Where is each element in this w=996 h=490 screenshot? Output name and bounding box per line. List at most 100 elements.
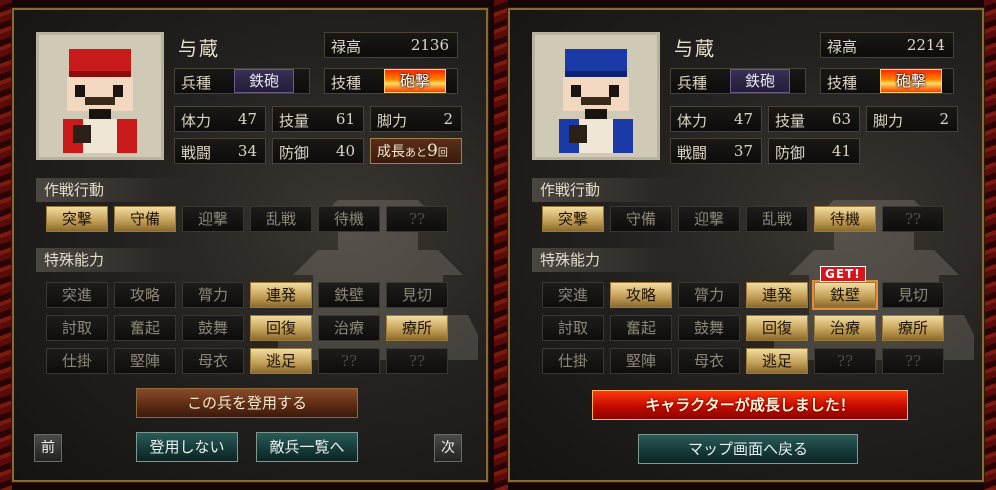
ability-button[interactable]: 母衣 bbox=[678, 348, 740, 374]
tactic-button[interactable]: 迎撃 bbox=[678, 206, 740, 232]
ability-button[interactable]: 奮起 bbox=[610, 315, 672, 341]
growth-result-panel: 与蔵 禄高 2214 兵種 鉄砲 技種 砲撃 体力 47 技量 63 脚力 2 … bbox=[507, 7, 985, 483]
rokudaka-box: 禄高 2136 bbox=[324, 32, 458, 58]
ability-button[interactable]: 連発 bbox=[250, 282, 312, 308]
ability-button[interactable]: 療所 bbox=[386, 315, 448, 341]
stat-value: 2 bbox=[939, 110, 949, 128]
tactic-button[interactable]: 待機 bbox=[318, 206, 380, 232]
stat-label: 戦闘 bbox=[181, 144, 212, 162]
growth-banner: キャラクターが成長しました！ bbox=[592, 390, 908, 420]
ability-button[interactable]: 回復 bbox=[250, 315, 312, 341]
stat-label: 防御 bbox=[279, 144, 310, 162]
stat-box: 戦闘 34 bbox=[174, 138, 266, 164]
tactic-button[interactable]: 突撃 bbox=[542, 206, 604, 232]
ability-button[interactable]: 鉄壁 bbox=[318, 282, 380, 308]
stat-value: 63 bbox=[831, 110, 851, 128]
ability-button[interactable]: 逃足 bbox=[250, 348, 312, 374]
stat-label: 脚力 bbox=[873, 112, 904, 130]
rokudaka-label: 禄高 bbox=[827, 38, 858, 56]
tactic-button[interactable]: ?? bbox=[882, 206, 944, 232]
tactic-button[interactable]: 守備 bbox=[114, 206, 176, 232]
ability-button[interactable]: 見切 bbox=[882, 282, 944, 308]
ability-button[interactable]: ?? bbox=[386, 348, 448, 374]
stat-label: 戦闘 bbox=[677, 144, 708, 162]
tactic-button[interactable]: 迎撃 bbox=[182, 206, 244, 232]
tactic-button[interactable]: 待機 bbox=[814, 206, 876, 232]
gishu-label: 技種 bbox=[331, 74, 362, 92]
stat-value: 34 bbox=[237, 142, 257, 160]
ability-button[interactable]: ?? bbox=[882, 348, 944, 374]
ability-button[interactable]: 母衣 bbox=[182, 348, 244, 374]
ability-button[interactable]: 鉄壁 bbox=[812, 280, 878, 310]
ability-button[interactable]: 治療 bbox=[814, 315, 876, 341]
ability-button[interactable]: 連発 bbox=[746, 282, 808, 308]
stat-value: 2 bbox=[443, 110, 453, 128]
tactic-button[interactable]: 乱戦 bbox=[746, 206, 808, 232]
right-border-decoration bbox=[984, 0, 996, 490]
recruit-button[interactable]: この兵を登用する bbox=[136, 388, 358, 418]
ability-button[interactable]: 討取 bbox=[46, 315, 108, 341]
ability-button[interactable]: 膂力 bbox=[182, 282, 244, 308]
tactic-button[interactable]: ?? bbox=[386, 206, 448, 232]
ability-button[interactable]: 突進 bbox=[542, 282, 604, 308]
ability-button[interactable]: 突進 bbox=[46, 282, 108, 308]
stat-value: 37 bbox=[733, 142, 753, 160]
tactic-button[interactable]: 乱戦 bbox=[250, 206, 312, 232]
ability-button[interactable]: 仕掛 bbox=[46, 348, 108, 374]
stat-label: 技量 bbox=[279, 112, 310, 130]
gishu-value: 砲撃 bbox=[880, 69, 942, 93]
ability-button[interactable]: 見切 bbox=[386, 282, 448, 308]
get-badge: GET! bbox=[820, 266, 866, 282]
tactics-section-header: 作戦行動 bbox=[36, 178, 216, 202]
growth-small-text: あと bbox=[405, 146, 427, 159]
ability-button[interactable]: 療所 bbox=[882, 315, 944, 341]
stat-value: 41 bbox=[831, 142, 851, 160]
stat-box: 脚力 2 bbox=[866, 106, 958, 132]
ability-button[interactable]: 攻略 bbox=[610, 282, 672, 308]
stat-box: 技量 63 bbox=[768, 106, 860, 132]
stat-label: 防御 bbox=[775, 144, 806, 162]
tactic-button[interactable]: 守備 bbox=[610, 206, 672, 232]
next-button[interactable]: 次 bbox=[434, 434, 462, 462]
left-border-decoration bbox=[0, 0, 12, 490]
ability-button[interactable]: 仕掛 bbox=[542, 348, 604, 374]
ability-button[interactable]: 治療 bbox=[318, 315, 380, 341]
stat-box: 体力 47 bbox=[174, 106, 266, 132]
heishu-value: 鉄砲 bbox=[730, 69, 790, 93]
soldier-sprite-red bbox=[39, 35, 161, 157]
ability-button[interactable]: 堅陣 bbox=[114, 348, 176, 374]
return-to-map-button[interactable]: マップ画面へ戻る bbox=[638, 434, 858, 464]
enemy-list-button[interactable]: 敵兵一覧へ bbox=[256, 432, 358, 462]
soldier-portrait bbox=[532, 32, 660, 160]
prev-button[interactable]: 前 bbox=[34, 434, 62, 462]
ability-button[interactable]: 回復 bbox=[746, 315, 808, 341]
ability-button[interactable]: 膂力 bbox=[678, 282, 740, 308]
rokudaka-label: 禄高 bbox=[331, 38, 362, 56]
ability-button[interactable]: ?? bbox=[814, 348, 876, 374]
stat-value: 47 bbox=[237, 110, 257, 128]
ability-button[interactable]: 堅陣 bbox=[610, 348, 672, 374]
ability-button[interactable]: 攻略 bbox=[114, 282, 176, 308]
gishu-label: 技種 bbox=[827, 74, 858, 92]
rokudaka-box: 禄高 2214 bbox=[820, 32, 954, 58]
ability-button[interactable]: ?? bbox=[318, 348, 380, 374]
soldier-portrait bbox=[36, 32, 164, 160]
ability-button[interactable]: 討取 bbox=[542, 315, 604, 341]
tactics-section-header: 作戦行動 bbox=[532, 178, 712, 202]
abilities-section-header: 特殊能力 bbox=[36, 248, 216, 272]
heishu-label: 兵種 bbox=[677, 74, 708, 92]
growth-unit: 回 bbox=[437, 148, 448, 159]
stat-box: 脚力 2 bbox=[370, 106, 462, 132]
recruit-panel: 与蔵 禄高 2136 兵種 鉄砲 技種 砲撃 体力 47 技量 61 脚力 2 … bbox=[11, 7, 489, 483]
soldier-sprite-blue bbox=[535, 35, 657, 157]
stat-box: 防御 40 bbox=[272, 138, 364, 164]
ability-button[interactable]: 鼓舞 bbox=[182, 315, 244, 341]
growth-label: 成長 bbox=[377, 144, 405, 160]
decline-button[interactable]: 登用しない bbox=[136, 432, 238, 462]
ability-button[interactable]: 鼓舞 bbox=[678, 315, 740, 341]
growth-count: 9 bbox=[427, 141, 438, 161]
stat-label: 技量 bbox=[775, 112, 806, 130]
tactic-button[interactable]: 突撃 bbox=[46, 206, 108, 232]
ability-button[interactable]: 奮起 bbox=[114, 315, 176, 341]
ability-button[interactable]: 逃足 bbox=[746, 348, 808, 374]
